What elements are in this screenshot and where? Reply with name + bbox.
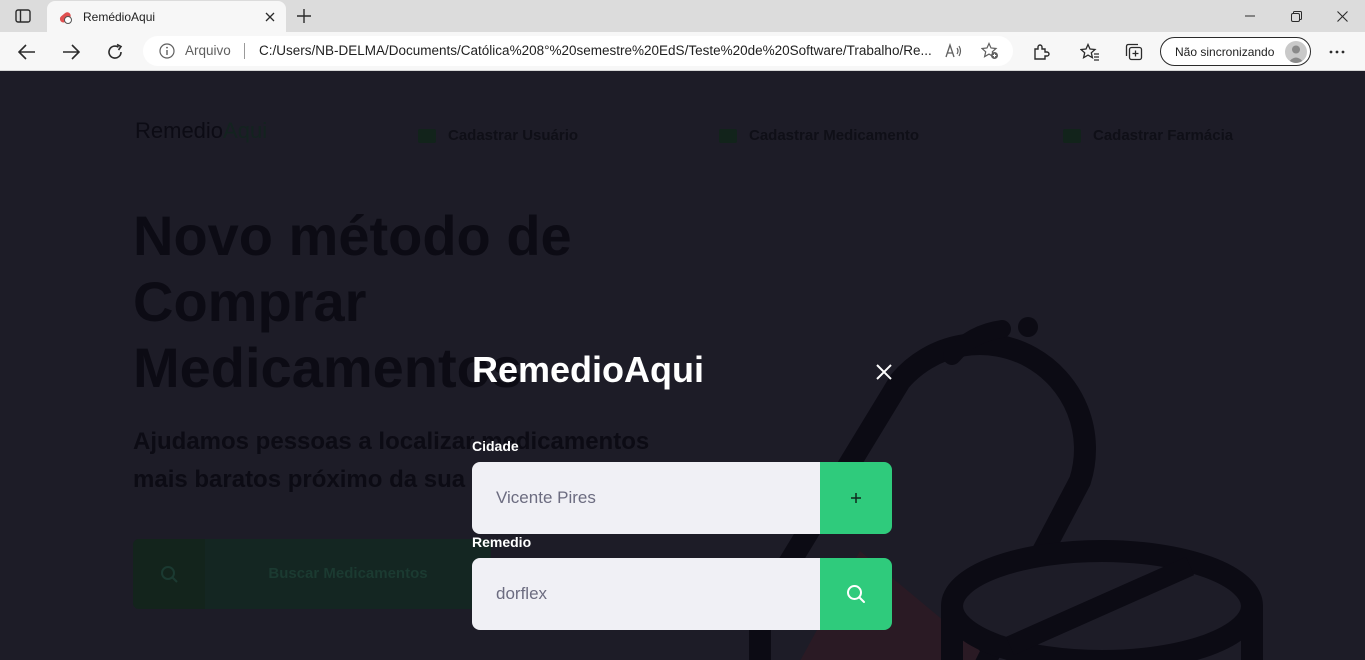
city-field <box>472 462 892 534</box>
browser-tab[interactable]: RemédioAqui <box>47 1 286 32</box>
city-input[interactable] <box>472 462 820 534</box>
background-nav-cadastrar-farmacia: Cadastrar Farmácia <box>1063 127 1233 144</box>
add-favorite-icon[interactable] <box>979 41 1001 61</box>
search-modal: RemedioAqui Cidade Remedio <box>472 341 892 631</box>
medicine-label: Remedio <box>472 534 532 550</box>
search-icon <box>847 585 865 603</box>
window-close-icon[interactable] <box>1319 0 1365 32</box>
read-aloud-icon[interactable] <box>943 41 965 61</box>
info-icon[interactable] <box>159 43 175 59</box>
collections-icon[interactable] <box>1120 38 1148 66</box>
new-tab-plus-icon[interactable] <box>294 6 314 26</box>
tab-close-icon[interactable] <box>262 9 278 25</box>
page-viewport: RemedioAqui Cadastrar Usuário Cadastrar … <box>0 71 1365 660</box>
medicine-field <box>472 558 892 630</box>
avatar <box>1285 41 1307 63</box>
favorites-icon[interactable] <box>1076 38 1104 66</box>
minimize-icon[interactable] <box>1227 0 1273 32</box>
background-nav-cadastrar-usuario: Cadastrar Usuário <box>418 127 578 144</box>
address-scheme-label: Arquivo <box>185 43 231 58</box>
forward-arrow-icon[interactable] <box>57 38 85 66</box>
sync-status-label: Não sincronizando <box>1175 45 1275 59</box>
search-medicine-button[interactable] <box>820 558 892 630</box>
city-label: Cidade <box>472 438 519 454</box>
tab-actions-icon[interactable] <box>8 4 38 28</box>
tab-title: RemédioAqui <box>83 10 156 24</box>
add-city-button[interactable] <box>820 462 892 534</box>
plus-icon <box>851 493 861 503</box>
extensions-icon[interactable] <box>1027 38 1055 66</box>
refresh-icon[interactable] <box>101 38 129 66</box>
address-divider <box>244 43 245 59</box>
back-arrow-icon[interactable] <box>13 38 41 66</box>
background-logo: RemedioAqui <box>135 118 268 143</box>
more-menu-icon[interactable] <box>1323 38 1351 66</box>
restore-icon[interactable] <box>1273 0 1319 32</box>
browser-tab-bar: RemédioAqui <box>0 0 1365 32</box>
profile-sync-button[interactable]: Não sincronizando <box>1160 37 1311 66</box>
background-search-button: Buscar Medicamentos <box>133 539 491 609</box>
background-nav-cadastrar-medicamento: Cadastrar Medicamento <box>719 127 919 144</box>
pill-favicon-icon <box>57 9 73 25</box>
medicine-input[interactable] <box>472 558 820 630</box>
address-bar[interactable]: Arquivo C:/Users/NB-DELMA/Documents/Cató… <box>143 36 1013 66</box>
modal-title: RemedioAqui <box>472 349 705 390</box>
background-search-icon <box>133 539 205 609</box>
address-url[interactable]: C:/Users/NB-DELMA/Documents/Católica%208… <box>259 43 939 58</box>
close-icon[interactable] <box>872 360 896 384</box>
browser-toolbar: Arquivo C:/Users/NB-DELMA/Documents/Cató… <box>0 32 1365 71</box>
